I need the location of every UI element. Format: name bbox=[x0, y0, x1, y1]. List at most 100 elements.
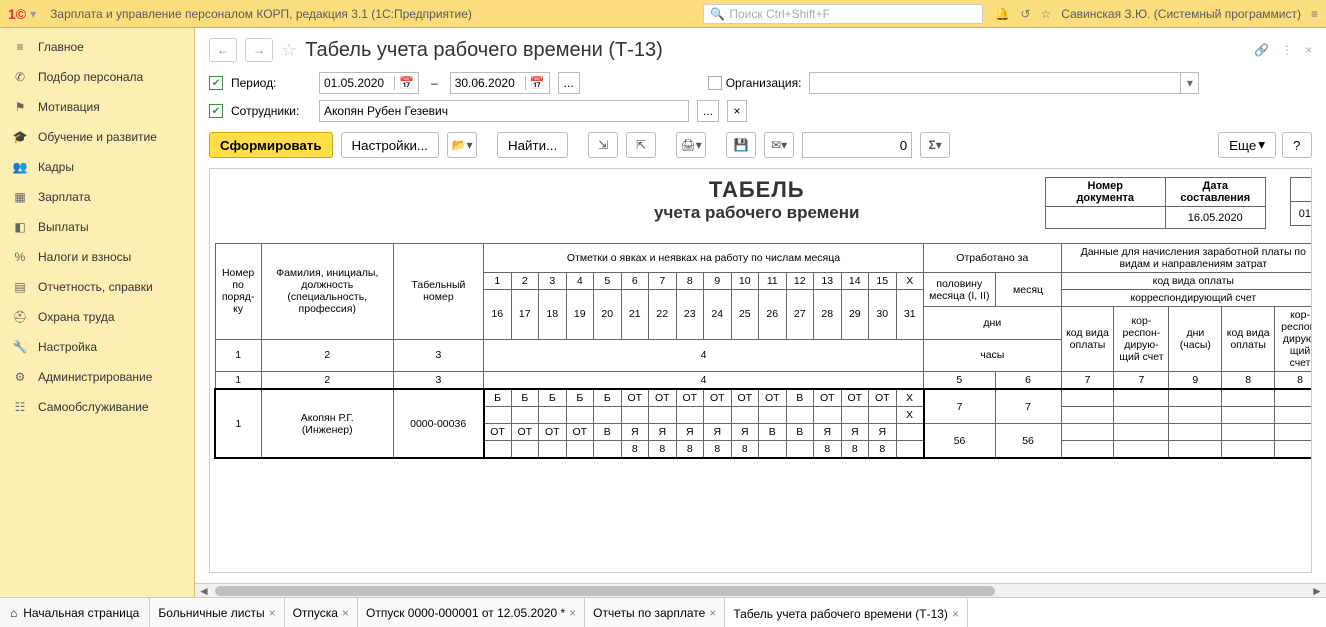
day-26: 26 bbox=[759, 290, 787, 340]
sidebar-item-salary[interactable]: ▦Зарплата bbox=[0, 182, 194, 212]
close-icon[interactable]: × bbox=[1305, 43, 1312, 57]
cn-1b: 1 bbox=[215, 372, 261, 390]
sidebar-item-motivation[interactable]: ⚑Мотивация bbox=[0, 92, 194, 122]
open-icon[interactable]: 📂▾ bbox=[447, 132, 477, 158]
c: Я bbox=[841, 424, 869, 441]
sidebar-item-main[interactable]: ≡Главное bbox=[0, 32, 194, 62]
sidebar-item-hr[interactable]: 👥Кадры bbox=[0, 152, 194, 182]
sidebar-label: Охрана труда bbox=[38, 310, 115, 324]
chevron-down-icon[interactable]: ▾ bbox=[1180, 73, 1198, 93]
col-days: дни bbox=[924, 307, 1062, 340]
cn-8b: 8 bbox=[1275, 372, 1312, 390]
dropdown-icon[interactable]: ▾ bbox=[30, 7, 36, 21]
cn-3: 3 bbox=[393, 339, 483, 372]
c: Б bbox=[594, 389, 622, 407]
tab-sick[interactable]: Больничные листы× bbox=[150, 598, 284, 627]
nav-back-button[interactable]: ← bbox=[209, 38, 237, 62]
day-31: 31 bbox=[896, 290, 924, 340]
c: Я bbox=[649, 424, 677, 441]
favorite-icon[interactable]: ☆ bbox=[281, 40, 297, 61]
scroll-left-icon[interactable]: ◄ bbox=[197, 584, 211, 597]
sidebar-label: Мотивация bbox=[38, 100, 100, 114]
calendar-icon[interactable]: 📅 bbox=[394, 76, 414, 90]
more-icon[interactable]: ⋮ bbox=[1281, 43, 1293, 57]
c: 8 bbox=[814, 441, 842, 459]
tab-close-icon[interactable]: × bbox=[952, 607, 959, 621]
period-label: Период: bbox=[231, 76, 311, 90]
s bbox=[1169, 424, 1222, 441]
tab-home[interactable]: ⌂Начальная страница bbox=[0, 598, 150, 627]
emp-clear-button[interactable]: × bbox=[727, 100, 747, 122]
period-more-button[interactable]: ... bbox=[558, 72, 580, 94]
horizontal-scrollbar[interactable]: ◄ ► bbox=[195, 583, 1326, 597]
day-16: 16 bbox=[484, 290, 512, 340]
search-input[interactable]: 🔍 Поиск Ctrl+Shift+F bbox=[703, 4, 983, 24]
date-to-input[interactable]: 30.06.2020📅 bbox=[450, 72, 550, 94]
c: Б bbox=[566, 389, 594, 407]
col-month: месяц bbox=[995, 273, 1061, 307]
scrollbar-thumb[interactable] bbox=[215, 586, 995, 596]
c: ОТ bbox=[759, 389, 787, 407]
tab-salary-reports[interactable]: Отчеты по зарплате× bbox=[585, 598, 725, 627]
doc-date-label: Дата составления bbox=[1165, 178, 1265, 207]
sigma-button[interactable]: Σ▾ bbox=[920, 132, 950, 158]
logo-1c: 1© bbox=[8, 6, 26, 22]
sidebar-item-recruit[interactable]: ✆Подбор персонала bbox=[0, 62, 194, 92]
org-checkbox[interactable] bbox=[708, 76, 722, 90]
mail-icon[interactable]: ✉▾ bbox=[764, 132, 794, 158]
helmet-icon: ⛑ bbox=[10, 310, 30, 324]
s bbox=[1169, 389, 1222, 407]
calendar-icon[interactable]: 📅 bbox=[525, 76, 545, 90]
col-corr: корреспондирующий счет bbox=[1061, 290, 1312, 307]
org-label: Организация: bbox=[726, 76, 802, 90]
period-checkbox[interactable]: ✔ bbox=[209, 76, 223, 90]
emp-checkbox[interactable]: ✔ bbox=[209, 104, 223, 118]
emp-input[interactable]: Акопян Рубен Гезевич bbox=[319, 100, 689, 122]
star-icon[interactable]: ☆ bbox=[1040, 7, 1051, 21]
s bbox=[1061, 389, 1114, 407]
sidebar-item-payments[interactable]: ◧Выплаты bbox=[0, 212, 194, 242]
sidebar-item-reports[interactable]: ▤Отчетность, справки bbox=[0, 272, 194, 302]
tab-close-icon[interactable]: × bbox=[569, 606, 576, 620]
more-button[interactable]: Еще ▾ bbox=[1218, 132, 1276, 158]
tab-vacations[interactable]: Отпуска× bbox=[285, 598, 358, 627]
day-19: 19 bbox=[566, 290, 594, 340]
s bbox=[1169, 441, 1222, 459]
scroll-right-icon[interactable]: ► bbox=[1310, 584, 1324, 597]
menu-icon[interactable]: ≡ bbox=[1311, 7, 1318, 21]
collapse-icon[interactable]: ⇱ bbox=[626, 132, 656, 158]
expand-icon[interactable]: ⇲ bbox=[588, 132, 618, 158]
c: ОТ bbox=[566, 424, 594, 441]
help-button[interactable]: ? bbox=[1282, 132, 1312, 158]
org-input[interactable]: ▾ bbox=[809, 72, 1199, 94]
sidebar-item-safety[interactable]: ⛑ Охрана труда bbox=[0, 302, 194, 332]
c: ОТ bbox=[649, 389, 677, 407]
settings-button[interactable]: Настройки... bbox=[341, 132, 439, 158]
date-from-input[interactable]: 01.05.2020📅 bbox=[319, 72, 419, 94]
find-button[interactable]: Найти... bbox=[497, 132, 568, 158]
cn-2b: 2 bbox=[261, 372, 393, 390]
sidebar-item-taxes[interactable]: %Налоги и взносы bbox=[0, 242, 194, 272]
history-icon[interactable]: ↺ bbox=[1020, 7, 1030, 21]
bell-icon[interactable]: 🔔 bbox=[995, 7, 1010, 21]
tab-vacation-doc[interactable]: Отпуск 0000-000001 от 12.05.2020 *× bbox=[358, 598, 585, 627]
tab-close-icon[interactable]: × bbox=[709, 606, 716, 620]
nav-forward-button[interactable]: → bbox=[245, 38, 273, 62]
sidebar-item-education[interactable]: 🎓Обучение и развитие bbox=[0, 122, 194, 152]
tab-timesheet[interactable]: Табель учета рабочего времени (Т-13)× bbox=[725, 598, 968, 627]
c: 8 bbox=[704, 441, 732, 459]
main: ← → ☆ Табель учета рабочего времени (Т-1… bbox=[195, 28, 1326, 597]
emp-more-button[interactable]: ... bbox=[697, 100, 719, 122]
c bbox=[814, 407, 842, 424]
sum-input[interactable] bbox=[802, 132, 912, 158]
search-placeholder: Поиск Ctrl+Shift+F bbox=[729, 7, 830, 21]
form-button[interactable]: Сформировать bbox=[209, 132, 333, 158]
sidebar-item-admin[interactable]: ⚙Администрирование bbox=[0, 362, 194, 392]
link-icon[interactable]: 🔗 bbox=[1254, 43, 1269, 57]
tab-close-icon[interactable]: × bbox=[269, 606, 276, 620]
save-icon[interactable]: 💾 bbox=[726, 132, 756, 158]
sidebar-item-self[interactable]: ☷Самообслуживание bbox=[0, 392, 194, 422]
print-icon[interactable]: 🖨▾ bbox=[676, 132, 706, 158]
tab-close-icon[interactable]: × bbox=[342, 606, 349, 620]
sidebar-item-settings[interactable]: 🔧Настройка bbox=[0, 332, 194, 362]
